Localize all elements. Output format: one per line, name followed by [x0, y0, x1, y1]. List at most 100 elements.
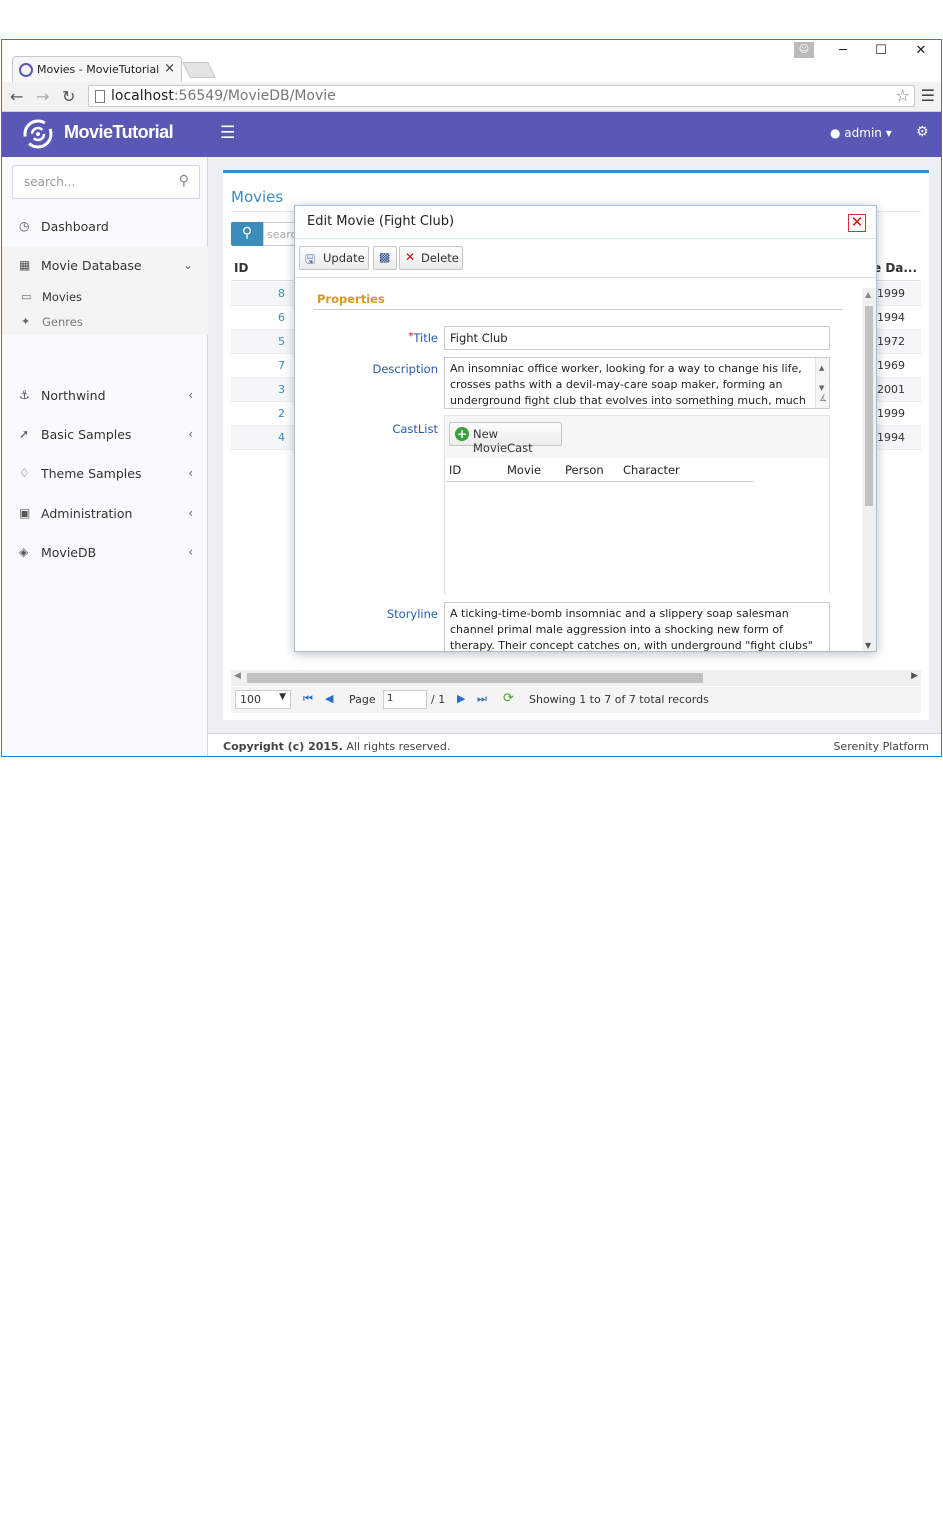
prev-page-icon[interactable]: ◀	[325, 692, 333, 705]
refresh-icon[interactable]: ⟳	[503, 691, 514, 706]
sidebar-item-genres[interactable]: ✦ Genres	[2, 310, 208, 335]
browser-titlebar: Movies - MovieTutorial × ☺ ─ ☐ ✕	[2, 40, 941, 82]
cell-year: 1994	[877, 431, 905, 444]
sidebar-toggle-icon[interactable]: ☰	[220, 123, 235, 143]
caret-down-icon: ▼	[279, 692, 286, 702]
sidebar-item-movies[interactable]: ▭ Movies	[2, 285, 208, 310]
next-page-icon[interactable]: ▶	[457, 692, 465, 705]
sidebar-item-administration[interactable]: ▣ Administration ‹	[2, 495, 208, 533]
chevron-left-icon: ‹	[188, 506, 193, 520]
page-icon	[95, 90, 105, 103]
apply-changes-button[interactable]: ▩	[373, 246, 397, 270]
sidebar-item-northwind[interactable]: ⚓ Northwind ‹	[2, 377, 208, 415]
cell-id[interactable]: 2	[231, 407, 285, 420]
tab-title: Movies - MovieTutorial	[37, 63, 160, 76]
sidebar-search-input[interactable]: search... ⚲	[12, 165, 200, 199]
diamond-icon: ♢	[19, 466, 30, 480]
dialog-vertical-scrollbar[interactable]: ▲ ▼	[862, 288, 876, 651]
page-size-select[interactable]: 100 ▼	[235, 690, 291, 709]
grid-search-button[interactable]: ⚲	[231, 222, 263, 246]
magic-icon: ➚	[19, 427, 30, 441]
page-title: Movies	[231, 188, 284, 206]
update-button[interactable]: 🖫 Update	[299, 246, 369, 270]
description-field[interactable]: An insomniac office worker, looking for …	[444, 357, 830, 409]
cell-id[interactable]: 5	[231, 335, 285, 348]
sidebar-item-label: Basic Samples	[41, 427, 132, 442]
sidebar-item-theme-samples[interactable]: ♢ Theme Samples ‹	[2, 455, 208, 493]
column-header-character[interactable]: Character	[623, 463, 680, 477]
app-logo-text[interactable]: MovieTutorial	[64, 122, 174, 143]
delete-button[interactable]: ✕ Delete	[399, 246, 463, 270]
add-icon: +	[455, 427, 469, 441]
castlist-label: CastList	[392, 422, 438, 436]
column-header-id[interactable]: ID	[449, 463, 461, 477]
column-header-release-date[interactable]: e Da...	[873, 261, 917, 275]
castlist-editor: + New MovieCast ID Movie Person Characte…	[444, 415, 830, 594]
page-label: Page	[349, 693, 376, 706]
first-page-icon[interactable]: ⏮	[303, 692, 313, 706]
sidebar-item-moviedb[interactable]: ◈ MovieDB ‹	[2, 534, 208, 572]
sidebar-item-label: Theme Samples	[41, 466, 142, 481]
new-tab-button[interactable]	[182, 62, 216, 78]
scroll-up-icon[interactable]: ▲	[865, 290, 871, 299]
last-page-icon[interactable]: ⏭	[477, 692, 487, 706]
cell-year: 1969	[877, 359, 905, 372]
sidebar-item-dashboard[interactable]: ◷ Dashboard	[2, 208, 208, 246]
scroll-down-icon[interactable]: ▼	[865, 641, 871, 650]
sidebar-item-label: MovieDB	[41, 545, 97, 560]
browser-tab[interactable]: Movies - MovieTutorial ×	[12, 56, 182, 82]
dialog-titlebar[interactable]: Edit Movie (Fight Club) ✕	[295, 206, 876, 239]
cell-id[interactable]: 7	[231, 359, 285, 372]
storyline-label: Storyline	[386, 607, 438, 621]
footer-brand[interactable]: Serenity Platform	[833, 740, 929, 753]
category-title: Properties	[317, 292, 385, 306]
storyline-field[interactable]: A ticking-time-bomb insomniac and a slip…	[444, 602, 830, 651]
cell-id[interactable]: 3	[231, 383, 285, 396]
column-header-movie[interactable]: Movie	[507, 463, 541, 477]
search-icon: ⚲	[241, 225, 253, 241]
update-label: Update	[323, 251, 365, 265]
sidebar-item-basic-samples[interactable]: ➚ Basic Samples ‹	[2, 416, 208, 454]
window-close-button[interactable]: ✕	[906, 42, 936, 60]
pin-icon: ✦	[21, 315, 31, 328]
resize-grip-icon[interactable]: ∡	[819, 391, 827, 407]
address-bar: ← → ↻ localhost:56549/MovieDB/Movie ☆ ☰	[2, 82, 941, 112]
cell-id[interactable]: 4	[231, 431, 285, 444]
sidebar-item-movie-database[interactable]: ▦ Movie Database ⌄	[2, 247, 208, 285]
new-moviecast-button[interactable]: + New MovieCast	[449, 422, 562, 455]
url-input[interactable]: localhost:56549/MovieDB/Movie ☆	[88, 85, 915, 107]
delete-x-icon: ✕	[405, 250, 416, 264]
scroll-left-icon[interactable]: ◀	[234, 671, 241, 681]
settings-gears-icon[interactable]: ⚙	[916, 124, 929, 140]
page-number-input[interactable]: 1	[383, 690, 427, 709]
textarea-scrollbar[interactable]: ▲ ▼ ∡	[815, 358, 829, 408]
maximize-button[interactable]: ☐	[866, 42, 896, 60]
anchor-icon: ⚓	[19, 388, 30, 402]
forward-arrow-icon[interactable]: →	[36, 87, 49, 106]
scroll-right-icon[interactable]: ▶	[911, 671, 918, 681]
cell-id[interactable]: 6	[231, 311, 285, 324]
minimize-button[interactable]: ─	[828, 42, 858, 60]
back-arrow-icon[interactable]: ←	[10, 87, 23, 106]
layers-icon: ◈	[19, 545, 29, 559]
copyright: Copyright (c) 2015. All rights reserved.	[223, 740, 451, 753]
scrollbar-thumb[interactable]	[865, 306, 873, 506]
title-field[interactable]: Fight Club	[444, 326, 830, 350]
user-menu[interactable]: ● admin ▾	[830, 126, 892, 140]
search-icon[interactable]: ⚲	[179, 173, 189, 189]
dialog-close-icon[interactable]: ✕	[848, 214, 866, 232]
column-header-person[interactable]: Person	[565, 463, 604, 477]
page-size-value: 100	[240, 693, 261, 706]
grid-horizontal-scrollbar[interactable]: ◀ ▶	[231, 670, 921, 686]
browser-menu-icon[interactable]: ☰	[921, 86, 935, 105]
pager-status: Showing 1 to 7 of 7 total records	[529, 693, 709, 706]
reload-icon[interactable]: ↻	[62, 87, 75, 106]
column-header-id[interactable]: ID	[234, 261, 248, 275]
cell-id[interactable]: 8	[231, 287, 285, 300]
profile-icon[interactable]: ☺	[794, 42, 814, 58]
bookmark-star-icon[interactable]: ☆	[896, 86, 910, 105]
scrollbar-thumb[interactable]	[247, 673, 703, 683]
tab-close-icon[interactable]: ×	[164, 61, 175, 76]
cell-year: 1972	[877, 335, 905, 348]
description-label: Description	[372, 362, 439, 376]
